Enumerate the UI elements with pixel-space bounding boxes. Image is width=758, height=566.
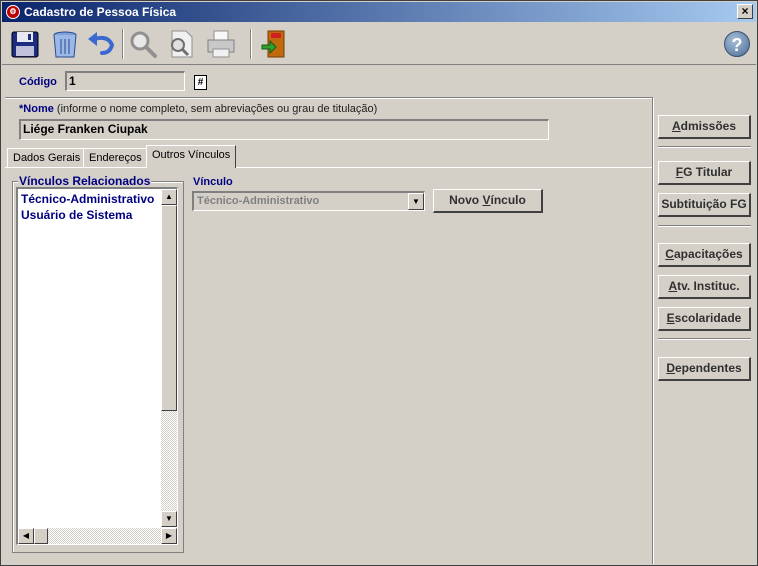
vinculos-listbox[interactable]: Técnico-Administrativo Usuário de Sistem… [16,187,178,545]
window-title: Cadastro de Pessoa Física [24,5,177,19]
nome-label: Nome [23,103,54,115]
sidebar-separator [658,225,751,227]
vinculo-selected-value: Técnico-Administrativo [197,195,320,207]
sidebar-separator [658,338,751,340]
sidebar-divider [652,98,654,564]
app-logo-icon: ⚙ [6,5,20,19]
help-icon[interactable]: ? [724,31,750,57]
tab-dados-gerais[interactable]: Dados Gerais [7,148,87,168]
nome-hint: (informe o nome completo, sem abreviaçõe… [56,103,378,115]
tab-panel-border [5,167,652,168]
toolbar-separator [250,29,252,59]
nome-field[interactable]: Liége Franken Ciupak [19,119,549,140]
tab-enderecos[interactable]: Endereços [83,148,148,168]
undo-icon[interactable] [84,27,118,61]
main-window: ⚙ Cadastro de Pessoa Física × ? Código 1… [0,0,758,566]
codigo-field[interactable]: 1 [65,71,185,91]
horizontal-scrollbar[interactable]: ◀ ▶ [18,528,177,544]
novo-vinculo-button[interactable]: Novo Vínculo [433,189,543,213]
auto-number-icon[interactable]: # [194,75,207,90]
vertical-scrollbar[interactable]: ▲ ▼ [161,189,177,527]
list-item[interactable]: Usuário de Sistema [21,208,132,222]
hscroll-track[interactable] [48,528,161,544]
scroll-up-icon[interactable]: ▲ [161,189,177,205]
admissoes-button[interactable]: Admissões [658,115,751,139]
tab-outros-vinculos[interactable]: Outros Vínculos [146,145,237,168]
subtituicao-fg-button[interactable]: Subtituição FG [658,193,751,217]
sidebar-separator [658,146,751,148]
codigo-label: Código [19,76,57,88]
save-icon[interactable] [8,27,42,61]
scroll-thumb[interactable] [161,205,177,411]
list-item[interactable]: Técnico-Administrativo [21,192,154,206]
find-document-icon[interactable] [164,27,198,61]
fg-titular-button[interactable]: FG Titular [658,161,751,185]
scroll-down-icon[interactable]: ▼ [161,511,177,527]
escolaridade-button[interactable]: Escolaridade [658,307,751,331]
vinculo-select[interactable]: Técnico-Administrativo ▼ [192,191,425,211]
print-icon[interactable] [204,27,238,61]
chevron-down-icon[interactable]: ▼ [408,193,424,210]
divider [5,97,653,99]
nome-label-row: *Nome (informe o nome completo, sem abre… [19,103,377,115]
dependentes-button[interactable]: Dependentes [658,357,751,381]
close-button[interactable]: × [737,4,753,19]
exit-icon[interactable] [258,27,292,61]
delete-icon[interactable] [48,27,82,61]
search-icon[interactable] [126,27,160,61]
hscroll-thumb[interactable] [34,528,48,544]
scroll-right-icon[interactable]: ▶ [161,528,177,544]
toolbar: ? [2,23,756,65]
atv-instituc-button[interactable]: Atv. Instituc. [658,275,751,299]
title-bar[interactable]: ⚙ Cadastro de Pessoa Física × [2,2,756,22]
vinculo-label: Vínculo [193,176,233,188]
toolbar-separator [122,29,124,59]
vinculos-group-title: Vínculos Relacionados [18,174,152,188]
scroll-left-icon[interactable]: ◀ [18,528,34,544]
capacitacoes-button[interactable]: Capacitações [658,243,751,267]
